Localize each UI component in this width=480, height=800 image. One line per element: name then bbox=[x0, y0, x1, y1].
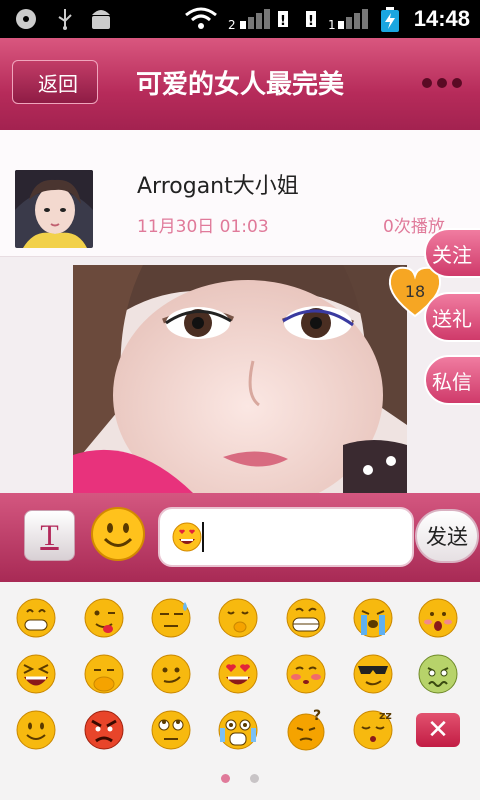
emoji-shocked-icon[interactable] bbox=[216, 708, 260, 752]
emoji-shy-icon[interactable] bbox=[416, 596, 460, 640]
username[interactable]: Arrogant大小姐 bbox=[137, 168, 299, 200]
text-caret bbox=[202, 522, 204, 552]
text-format-icon: T bbox=[40, 518, 59, 552]
svg-text:!: ! bbox=[280, 14, 286, 29]
title-bar: 返回 可爱的女人最完美 bbox=[0, 38, 480, 130]
sd-card-icon bbox=[12, 7, 40, 31]
text-mode-button[interactable]: T bbox=[24, 510, 75, 561]
svg-text:!: ! bbox=[308, 14, 314, 29]
send-button[interactable]: 发送 bbox=[415, 509, 479, 563]
comment-composer: T 发送 bbox=[0, 493, 480, 582]
post-header: Arrogant大小姐 11月30日 01:03 0次播放 bbox=[0, 130, 480, 257]
smiley-icon bbox=[91, 507, 145, 561]
send-gift-button[interactable]: 送礼 bbox=[424, 292, 480, 342]
emoji-smile-icon[interactable] bbox=[14, 708, 58, 752]
post-photo[interactable] bbox=[73, 265, 407, 493]
private-message-button[interactable]: 私信 bbox=[424, 355, 480, 405]
emoji-delete-button[interactable]: ✕ bbox=[416, 713, 460, 747]
emoji-big-grin-icon[interactable] bbox=[284, 596, 328, 640]
back-button[interactable]: 返回 bbox=[12, 60, 98, 104]
clock: 14:48 bbox=[413, 6, 470, 31]
svg-text:1: 1 bbox=[328, 18, 336, 31]
emoji-smirk-icon[interactable] bbox=[149, 652, 193, 696]
emoji-heart-eyes-icon[interactable] bbox=[216, 652, 260, 696]
post-date: 11月30日 01:03 bbox=[137, 217, 269, 237]
emoji-confused-icon[interactable]: ? bbox=[284, 708, 328, 752]
emoji-cool-icon[interactable] bbox=[351, 652, 395, 696]
emoji-sleepy-icon[interactable]: zz bbox=[351, 708, 395, 752]
usb-icon bbox=[54, 7, 76, 31]
emoji-tongue-icon[interactable] bbox=[82, 596, 126, 640]
page-indicator-dot bbox=[250, 774, 259, 783]
android-debug-icon bbox=[88, 7, 114, 31]
signal-sim1-icon: ! 1 bbox=[306, 7, 376, 31]
emoji-shush-icon[interactable] bbox=[216, 596, 260, 640]
emoji-angry-icon[interactable] bbox=[82, 708, 126, 752]
emoji-grin-icon[interactable] bbox=[14, 596, 58, 640]
svg-text:?: ? bbox=[313, 708, 321, 724]
emoji-panel: ? zz ✕ bbox=[0, 582, 480, 800]
avatar[interactable] bbox=[15, 170, 93, 248]
emoji-sweat-icon[interactable] bbox=[149, 596, 193, 640]
heart-eyes-emoji-icon bbox=[172, 522, 202, 552]
wifi-icon bbox=[184, 7, 218, 31]
page-title: 可爱的女人最完美 bbox=[135, 70, 344, 100]
emoji-cold-icon[interactable] bbox=[82, 652, 126, 696]
more-menu-icon[interactable] bbox=[422, 78, 462, 88]
emoji-toggle-button[interactable] bbox=[90, 506, 146, 562]
emoji-cry-icon[interactable] bbox=[351, 596, 395, 640]
battery-charging-icon bbox=[380, 7, 400, 33]
emoji-eye-roll-icon[interactable] bbox=[149, 708, 193, 752]
follow-button[interactable]: 关注 bbox=[424, 228, 480, 278]
emoji-sick-icon[interactable] bbox=[416, 652, 460, 696]
emoji-laugh-squint-icon[interactable] bbox=[14, 652, 58, 696]
status-bar: 2! ! 1 14:48 bbox=[0, 0, 480, 38]
emoji-blush-icon[interactable] bbox=[284, 652, 328, 696]
comment-input[interactable] bbox=[158, 507, 414, 567]
svg-text:2: 2 bbox=[228, 18, 236, 31]
page-indicator-dot bbox=[221, 774, 230, 783]
svg-text:zz: zz bbox=[379, 709, 392, 722]
signal-sim2-icon: 2! bbox=[226, 7, 296, 31]
